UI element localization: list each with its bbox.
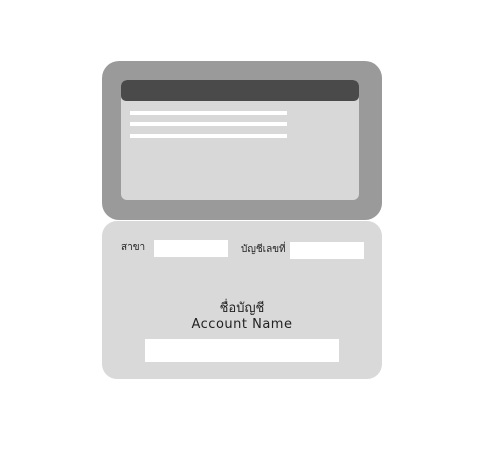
device-frame [102, 61, 382, 220]
account-info-card: สาขา บัญชีเลขที่ ชื่อบัญชี Account Name [102, 221, 382, 379]
screen-header-bar [121, 80, 359, 101]
screen-text-line [130, 111, 287, 115]
account-name-english-label: Account Name [191, 317, 293, 332]
account-name-thai-label: ชื่อบัญชี [219, 301, 265, 316]
screen-text-line [130, 122, 287, 126]
screen-text-line [130, 134, 287, 138]
device-screen [121, 80, 359, 200]
account-number-input[interactable] [290, 242, 364, 259]
account-number-label: บัญชีเลขที่ [241, 244, 286, 255]
bank-card-illustration: สาขา บัญชีเลขที่ ชื่อบัญชี Account Name [0, 0, 477, 458]
branch-input[interactable] [154, 240, 228, 257]
branch-label: สาขา [121, 242, 146, 253]
account-name-input[interactable] [145, 339, 339, 362]
